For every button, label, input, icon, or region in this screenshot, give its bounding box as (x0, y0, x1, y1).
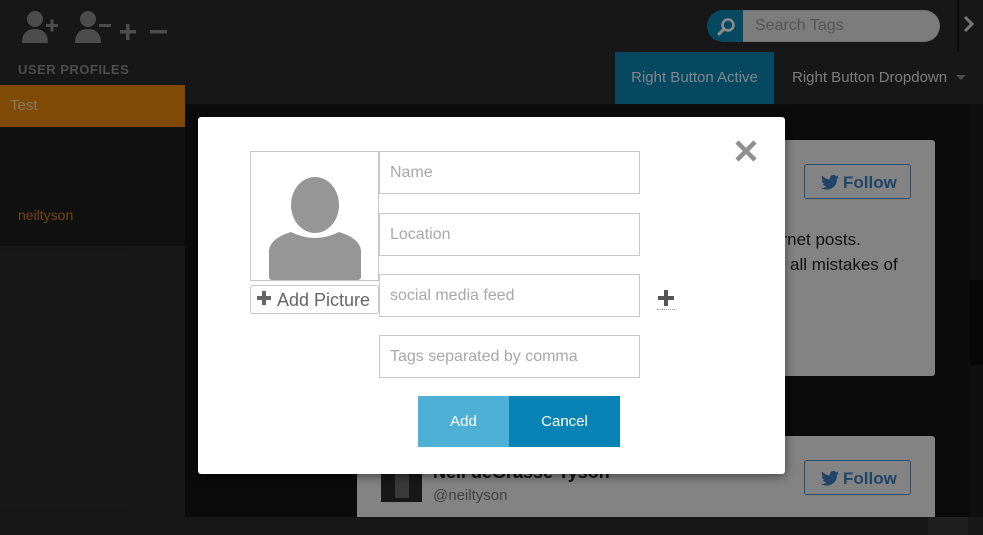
add-picture-button[interactable]: Add Picture (250, 285, 379, 314)
plus-icon (257, 291, 271, 305)
close-icon[interactable] (734, 139, 758, 163)
name-field[interactable]: Name (379, 151, 640, 194)
avatar-placeholder (250, 151, 379, 281)
add-button[interactable]: Add (418, 396, 509, 447)
location-field[interactable]: Location (379, 213, 640, 256)
add-picture-label: Add Picture (277, 290, 371, 310)
plus-icon (658, 290, 674, 306)
tags-field[interactable]: Tags separated by comma (379, 335, 640, 378)
cancel-button[interactable]: Cancel (509, 396, 620, 447)
add-profile-dialog: Add Picture Name Location social media f… (198, 117, 785, 474)
user-silhouette-icon (269, 177, 361, 280)
social-media-feed-field[interactable]: social media feed (379, 274, 640, 317)
add-feed-button[interactable] (657, 288, 675, 310)
